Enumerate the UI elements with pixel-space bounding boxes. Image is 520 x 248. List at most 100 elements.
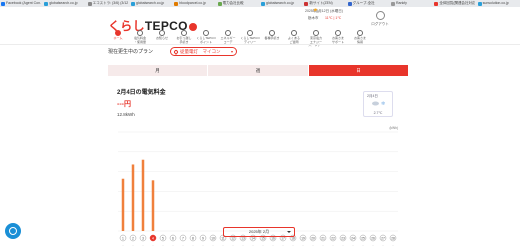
tab-week-label: 週 (255, 68, 261, 73)
x-tick-sublabel: - (253, 243, 254, 247)
tab-month[interactable]: 月 (108, 65, 207, 76)
x-tick-sublabel: - (313, 243, 314, 247)
nav-item-label: お知らせ (156, 36, 168, 40)
favicon-icon (434, 1, 439, 6)
x-tick-label: 7 (182, 236, 184, 240)
x-tick-sublabel: - (173, 243, 174, 247)
x-tick-sublabel: - (283, 243, 284, 247)
x-tick-sublabel: - (133, 243, 134, 247)
tab-day[interactable]: 日 (309, 65, 408, 76)
x-tick-label: 20 (311, 236, 315, 240)
x-tick-sublabel: - (293, 243, 294, 247)
tab-month-label: 月 (155, 68, 160, 73)
browser-tab[interactable]: 新サイト(ZEN) (303, 0, 344, 7)
x-tick-label: 2 (132, 236, 134, 240)
header-datetime: 2025年2月12日 (水曜日) (305, 9, 343, 13)
plan-value: 従量電灯 マイコン (180, 49, 221, 54)
location-pin-icon (173, 48, 179, 55)
browser-tab[interactable]: Rankfy (390, 0, 431, 7)
header-temp-range: 11℃ | 1℃ (325, 16, 342, 20)
sun-cloud-icon (314, 8, 320, 13)
browser-tab[interactable]: globalsearch.co.jp (43, 0, 84, 7)
browser-tab-label: 全体回覧(関連会社対応 (439, 1, 475, 5)
x-tick-label: 5 (162, 236, 164, 240)
x-tick-sublabel: - (373, 243, 374, 247)
chevron-down-icon: ▾ (230, 49, 233, 54)
x-tick-sublabel: - (123, 243, 124, 247)
x-tick-label: 22 (331, 236, 335, 240)
site-header: くらしTEPCO 2025年2月12日 (水曜日) 栃木市 11℃ | 1℃ ロ… (0, 7, 520, 47)
browser-tab[interactable]: 電力会社比較 (217, 0, 258, 7)
x-tick-label: 6 (172, 236, 174, 240)
weather-temp: 2.7℃ (373, 111, 383, 115)
x-tick-label: 19 (301, 236, 305, 240)
favicon-icon (87, 1, 92, 6)
tab-day-label: 日 (356, 68, 361, 73)
browser-tab[interactable]: globalsearch.co.jp (130, 0, 171, 7)
favicon-icon (477, 1, 482, 6)
browser-tab-label: globalsearch.co.jp (266, 1, 295, 5)
browser-tab[interactable]: Facebook (Agent Con... (0, 0, 41, 7)
user-icon (375, 11, 385, 20)
plan-label: 現在更生中のプラン (108, 49, 154, 55)
x-tick-label: 4 (152, 236, 154, 240)
x-tick-label: 27 (381, 236, 385, 240)
month-select[interactable]: 2025年 2月 (223, 227, 295, 237)
browser-tab-label: 電力会社比較 (222, 1, 244, 5)
card-usage: 12.8kWh (117, 112, 135, 117)
favicon-icon (261, 1, 265, 6)
browser-tab-label: sunsolution.co.jp (482, 1, 509, 5)
x-tick-sublabel: - (383, 243, 384, 247)
card-amount: ---円 (117, 101, 131, 108)
favicon-icon (347, 1, 352, 6)
x-tick-sublabel: - (203, 243, 204, 247)
x-tick-label: 26 (371, 236, 375, 240)
favicon-icon (174, 1, 179, 6)
x-tick-sublabel: - (273, 243, 274, 247)
svg-text:❄: ❄ (381, 101, 385, 107)
browser-tab[interactable]: bloodparcel.co.jp (173, 0, 214, 7)
x-tick-label: 25 (361, 236, 365, 240)
chart-bar (151, 180, 155, 231)
logout-label: ログアウト (371, 22, 389, 26)
favicon-icon (391, 1, 395, 6)
caret-down-icon (287, 231, 291, 233)
chart-bar (131, 164, 135, 231)
x-tick-label: 9 (202, 236, 204, 240)
browser-tab-bar: Facebook (Agent Con... globalsearch.co.jp… (0, 0, 520, 7)
x-tick-sublabel: - (223, 243, 224, 247)
favicon-icon (1, 1, 5, 6)
x-tick-sublabel: - (343, 243, 344, 247)
browser-tab[interactable]: グループ-全社 (347, 0, 388, 7)
x-tick-label: 10 (211, 236, 215, 240)
nav-item-label: 東京電力 エナジー パートナー (308, 36, 324, 48)
favicon-icon (304, 1, 309, 6)
browser-tab-label: 新サイト(ZEN) (309, 1, 333, 5)
x-tick-sublabel: - (153, 243, 154, 247)
x-tick-sublabel: - (243, 243, 244, 247)
browser-tab[interactable]: 全体回覧(関連会社対応 (433, 0, 475, 7)
tab-week[interactable]: 週 (208, 65, 308, 76)
x-tick-sublabel: - (233, 243, 234, 247)
header-divider (0, 44, 520, 45)
browser-tab[interactable]: エコストラ: (3/6) (3/12) (87, 0, 128, 7)
browser-tab-label: globalsearch.co.jp (49, 1, 78, 5)
x-tick-sublabel: - (353, 243, 354, 247)
chart-bar (121, 178, 125, 231)
month-select-value: 2025年 2月 (248, 229, 270, 234)
logout-button[interactable]: ログアウト (370, 11, 390, 31)
x-tick-sublabel: - (333, 243, 334, 247)
chat-support-button[interactable] (5, 223, 21, 239)
favicon-icon (131, 1, 135, 6)
browser-tab[interactable]: globalsearch.co.jp (260, 0, 301, 7)
header-location: 栃木市 (308, 16, 319, 20)
cloud-snow-icon: ❄ (372, 101, 385, 107)
browser-tab[interactable]: sunsolution.co.jp (477, 0, 518, 7)
y-axis-label: (kWh) (390, 126, 399, 130)
x-tick-sublabel: - (363, 243, 364, 247)
browser-tab-label: エコストラ: (3/6) (3/12) (92, 1, 128, 5)
plan-select[interactable]: 従量電灯 マイコン ▾ (170, 47, 237, 56)
x-tick-label: 8 (192, 236, 194, 240)
favicon-icon (217, 1, 222, 6)
x-tick-sublabel: - (213, 243, 214, 247)
